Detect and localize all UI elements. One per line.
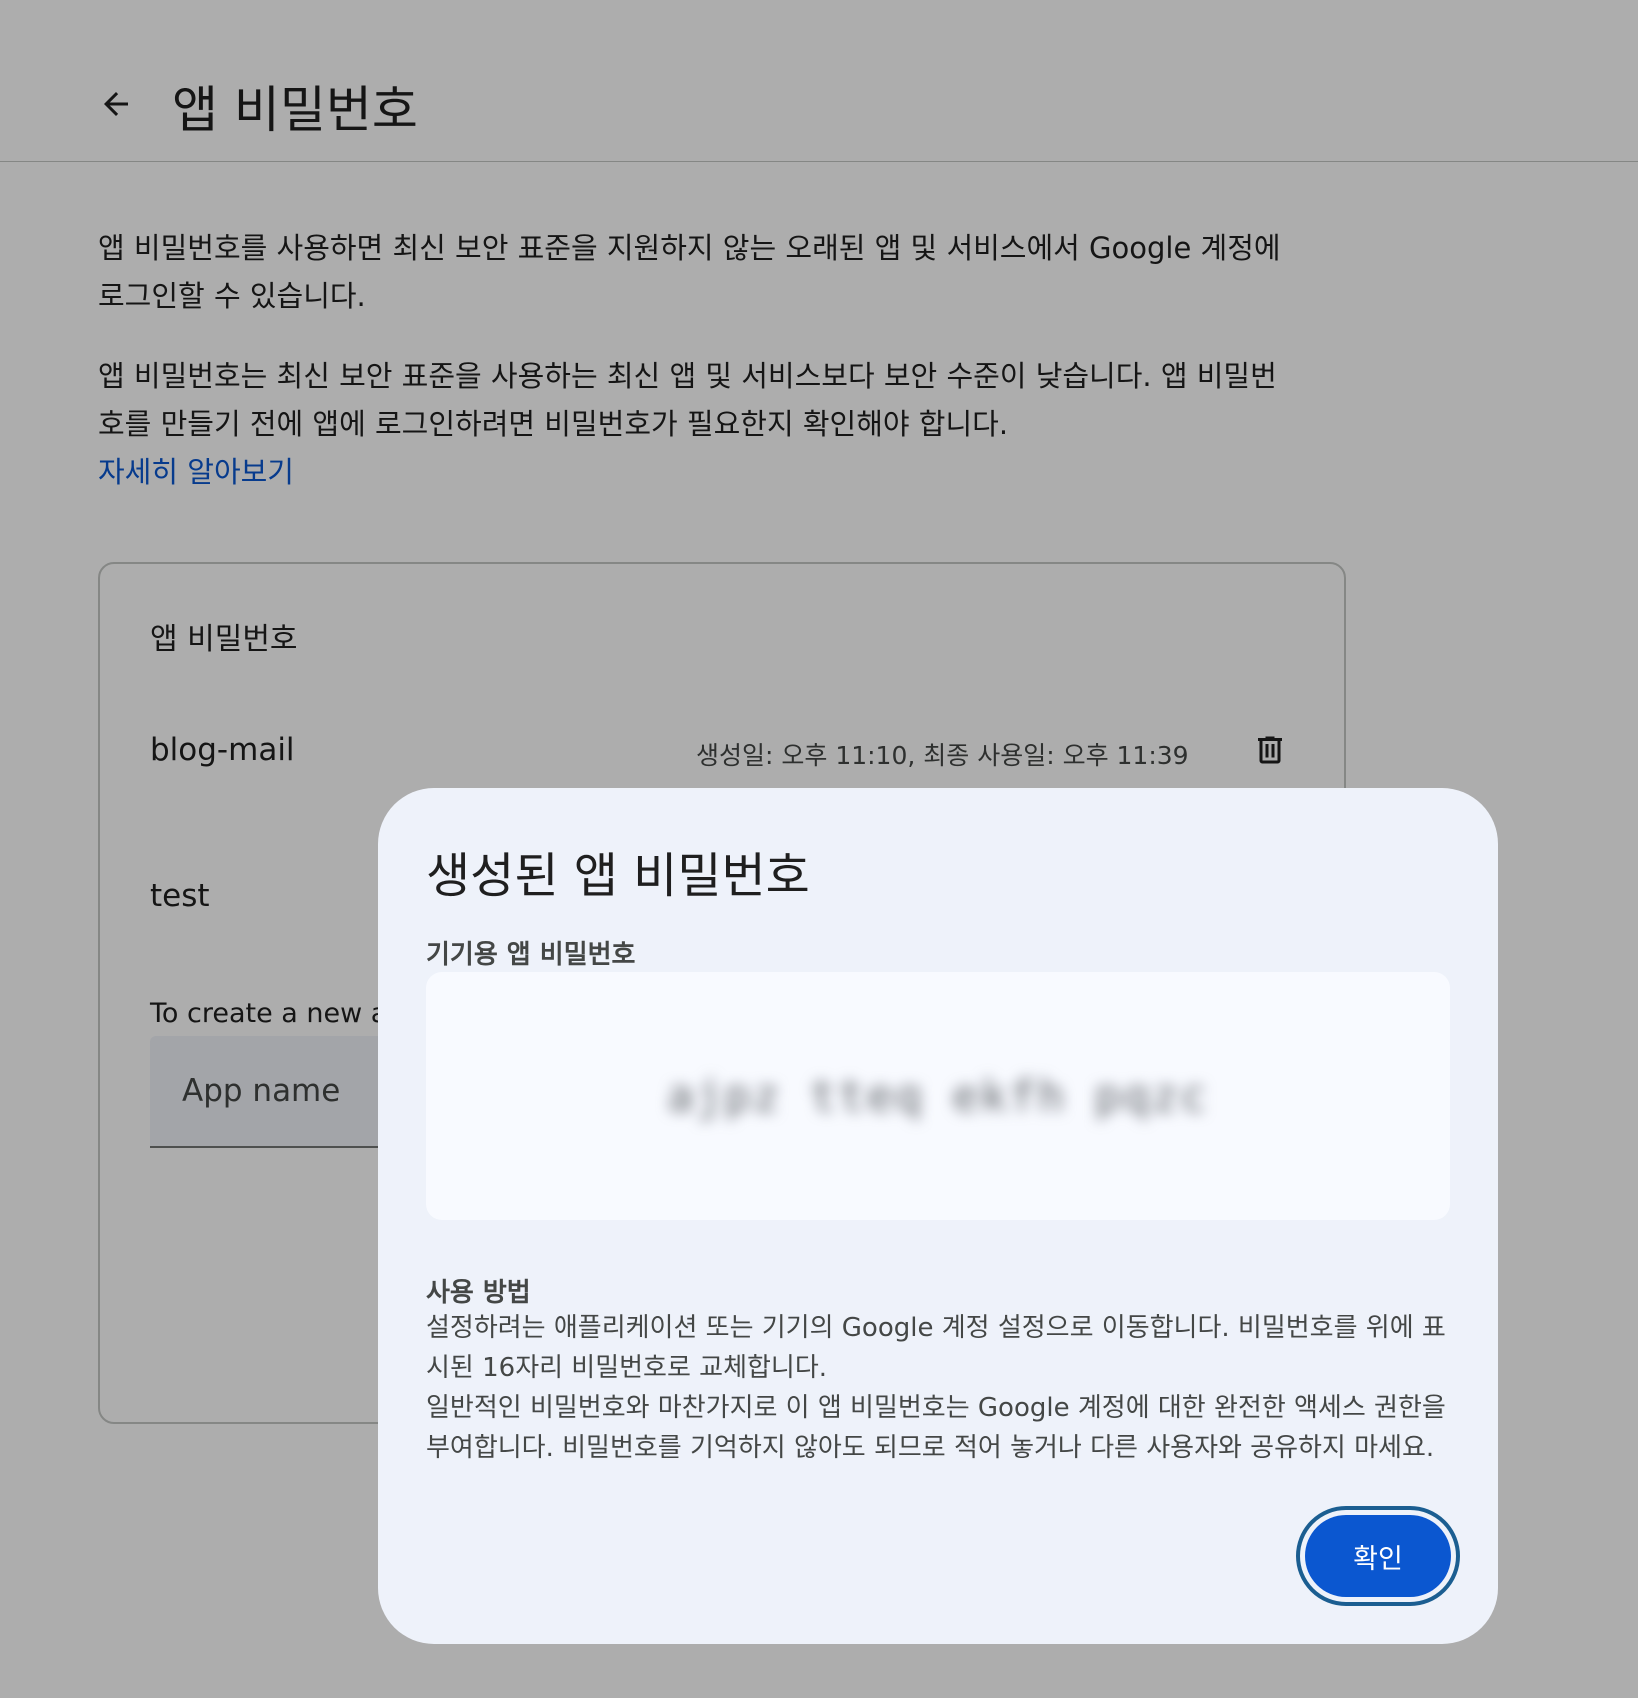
generated-password-dialog: 생성된 앱 비밀번호 기기용 앱 비밀번호 ajpz tteq ekfh pqz… — [378, 788, 1498, 1644]
usage-text: 설정하려는 애플리케이션 또는 기기의 Google 계정 설정으로 이동합니다… — [426, 1308, 1456, 1468]
usage-title: 사용 방법 — [426, 1278, 531, 1308]
generated-password[interactable]: ajpz tteq ekfh pqzc — [667, 1071, 1208, 1122]
usage-text-2: 일반적인 비밀번호와 마찬가지로 이 앱 비밀번호는 Google 계정에 대한… — [426, 1393, 1446, 1463]
usage-text-1: 설정하려는 애플리케이션 또는 기기의 Google 계정 설정으로 이동합니다… — [426, 1313, 1446, 1383]
dialog-title: 생성된 앱 비밀번호 — [426, 848, 810, 904]
password-box: ajpz tteq ekfh pqzc — [426, 972, 1450, 1220]
password-label: 기기용 앱 비밀번호 — [426, 940, 636, 970]
confirm-focus-ring: 확인 — [1296, 1506, 1460, 1606]
confirm-button[interactable]: 확인 — [1305, 1515, 1451, 1597]
